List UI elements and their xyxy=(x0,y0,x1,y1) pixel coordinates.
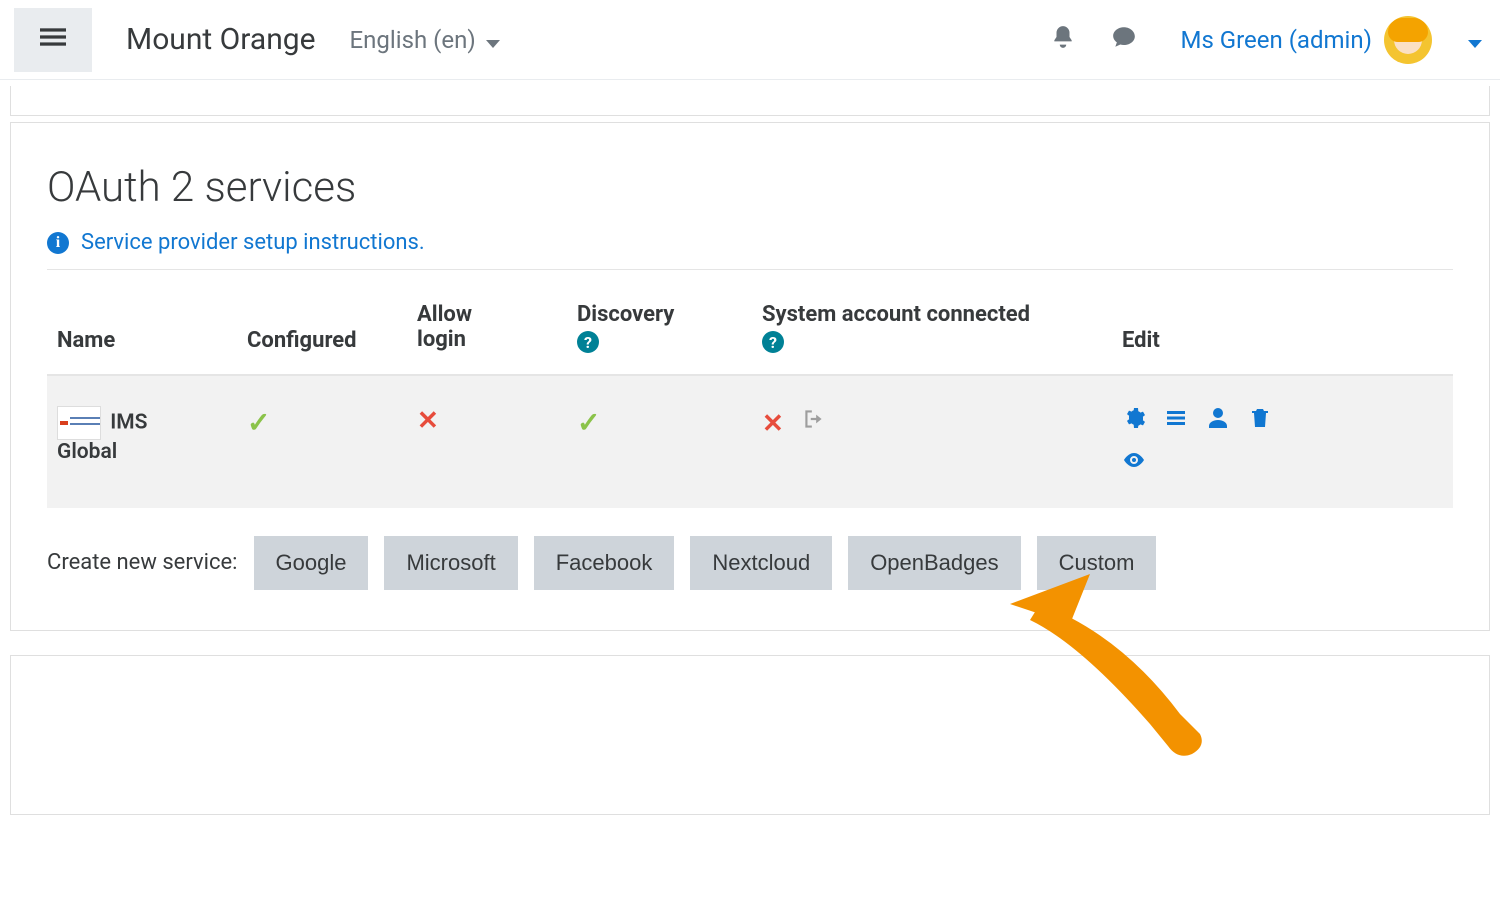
create-nextcloud-button[interactable]: Nextcloud xyxy=(690,536,832,590)
settings-icon[interactable] xyxy=(1122,406,1146,430)
col-system-account: System account connected ? xyxy=(752,278,1112,375)
user-menu[interactable]: Ms Green (admin) xyxy=(1160,16,1482,64)
create-openbadges-button[interactable]: OpenBadges xyxy=(848,536,1020,590)
help-icon[interactable]: ? xyxy=(762,331,784,353)
create-microsoft-button[interactable]: Microsoft xyxy=(384,536,517,590)
notifications-button[interactable] xyxy=(1038,24,1088,55)
messages-button[interactable] xyxy=(1098,24,1150,55)
cell-configured: ✓ xyxy=(237,375,407,508)
trash-icon[interactable] xyxy=(1248,406,1272,430)
top-navbar: Mount Orange English (en) Ms Green (admi… xyxy=(0,0,1500,80)
table-row: IMS Global ✓ ✕ ✓ ✕ xyxy=(47,375,1453,508)
next-card-stub xyxy=(10,655,1490,815)
list-icon[interactable] xyxy=(1164,406,1188,430)
x-icon: ✕ xyxy=(762,409,784,439)
previous-card-stub xyxy=(10,86,1490,116)
eye-icon[interactable] xyxy=(1122,448,1146,472)
user-icon[interactable] xyxy=(1206,406,1230,430)
user-name: Ms Green (admin) xyxy=(1180,26,1372,54)
bell-icon xyxy=(1050,24,1076,55)
info-icon: i xyxy=(47,232,69,254)
service-logo-icon xyxy=(57,406,101,440)
oauth-services-table: Name Configured Allow login Discovery ? … xyxy=(47,278,1453,508)
col-name: Name xyxy=(47,278,237,375)
setup-instructions-link[interactable]: Service provider setup instructions. xyxy=(81,230,425,255)
create-facebook-button[interactable]: Facebook xyxy=(534,536,675,590)
nav-toggle-button[interactable] xyxy=(14,8,92,72)
setup-instructions-row: i Service provider setup instructions. xyxy=(47,230,1453,270)
caret-down-icon xyxy=(486,26,500,54)
page-title: OAuth 2 services xyxy=(47,163,1453,212)
user-avatar xyxy=(1384,16,1432,64)
cell-allow-login: ✕ xyxy=(407,375,567,508)
oauth-services-card: OAuth 2 services i Service provider setu… xyxy=(10,122,1490,631)
create-service-label: Create new service: xyxy=(47,550,238,575)
caret-down-icon xyxy=(1444,26,1482,54)
col-configured: Configured xyxy=(237,278,407,375)
cell-system-account: ✕ xyxy=(752,375,1112,508)
cell-discovery: ✓ xyxy=(567,375,752,508)
col-edit: Edit xyxy=(1112,278,1453,375)
chat-icon xyxy=(1110,24,1138,55)
col-allow-login: Allow login xyxy=(407,278,567,375)
cell-edit xyxy=(1112,375,1453,508)
language-selector[interactable]: English (en) xyxy=(350,26,500,54)
create-google-button[interactable]: Google xyxy=(254,536,369,590)
check-icon: ✓ xyxy=(247,406,270,439)
connect-account-icon[interactable] xyxy=(801,406,827,432)
language-label: English (en) xyxy=(350,26,476,54)
check-icon: ✓ xyxy=(577,406,600,439)
site-brand[interactable]: Mount Orange xyxy=(102,22,340,57)
x-icon: ✕ xyxy=(417,406,439,436)
create-custom-button[interactable]: Custom xyxy=(1037,536,1157,590)
cell-name: IMS Global xyxy=(47,375,237,508)
create-service-row: Create new service: Google Microsoft Fac… xyxy=(47,536,1453,590)
hamburger-icon xyxy=(40,24,66,55)
col-discovery: Discovery ? xyxy=(567,278,752,375)
help-icon[interactable]: ? xyxy=(577,331,599,353)
